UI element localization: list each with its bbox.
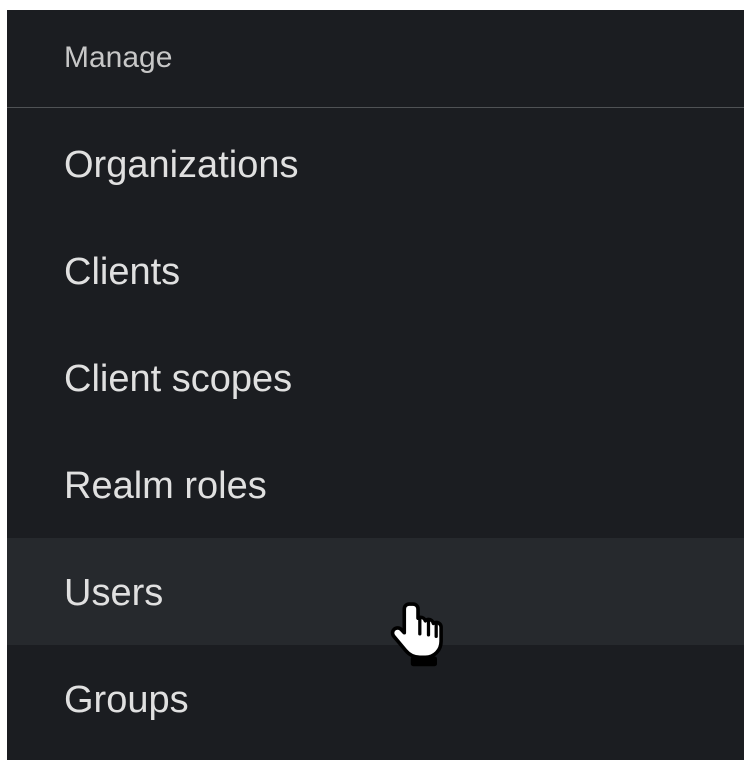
sidebar-item-label: Realm roles <box>64 465 267 507</box>
screenshot-frame: Manage Organizations Clients Client scop… <box>0 0 744 760</box>
nav-section-title: Manage <box>64 41 173 74</box>
sidebar-item-realm-roles[interactable]: Realm roles <box>7 431 744 538</box>
sidebar-item-clients[interactable]: Clients <box>7 217 744 324</box>
sidebar-item-client-scopes[interactable]: Client scopes <box>7 324 744 431</box>
sidebar-item-users[interactable]: Users <box>7 538 744 645</box>
nav-list: Organizations Clients Client scopes Real… <box>7 110 744 752</box>
sidebar-item-label: Clients <box>64 251 181 293</box>
nav-section-header: Manage <box>7 10 744 108</box>
sidebar-item-label: Organizations <box>64 144 299 186</box>
sidebar-item-groups[interactable]: Groups <box>7 645 744 752</box>
sidebar-item-organizations[interactable]: Organizations <box>7 110 744 217</box>
sidebar-item-label: Users <box>64 572 164 614</box>
sidebar-item-label: Groups <box>64 679 189 721</box>
sidebar-item-label: Client scopes <box>64 358 293 400</box>
sidebar-nav: Manage Organizations Clients Client scop… <box>7 10 744 760</box>
